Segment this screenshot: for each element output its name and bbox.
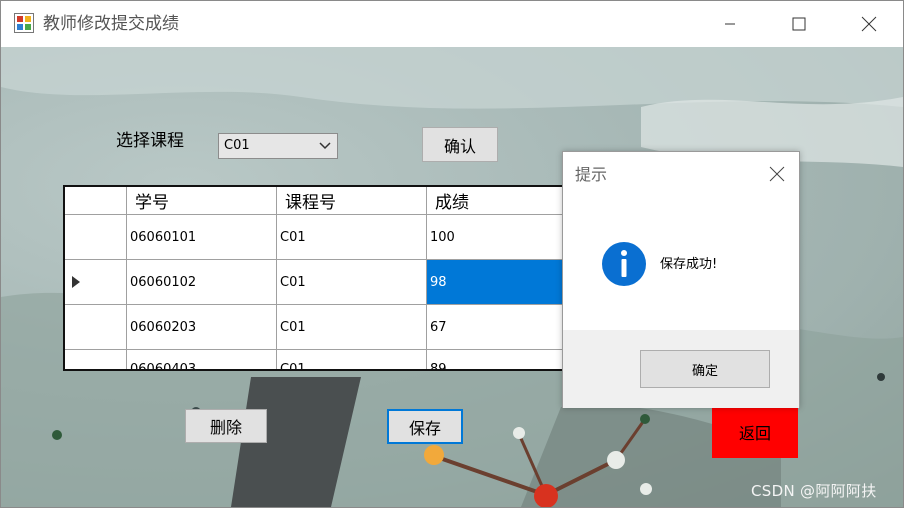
cell-score[interactable]: 89 <box>427 350 566 369</box>
maximize-icon <box>792 17 806 31</box>
cell-score-selected[interactable]: 98 <box>427 260 566 305</box>
minimize-button[interactable] <box>707 1 753 47</box>
cell-course-id[interactable]: C01 <box>277 305 427 350</box>
delete-button-label: 删除 <box>209 418 242 437</box>
cell-score[interactable]: 67 <box>427 305 566 350</box>
course-select[interactable]: C01 <box>218 133 338 159</box>
watermark: CSDN @阿阿阿扶 <box>751 482 877 500</box>
cell-student-id[interactable]: 06060101 <box>127 215 277 260</box>
title-bar: 教师修改提交成绩 <box>1 1 903 47</box>
row-header[interactable] <box>65 350 127 369</box>
cell-course-id[interactable]: C01 <box>277 350 427 369</box>
cell-student-id[interactable]: 06060203 <box>127 305 277 350</box>
row-header[interactable] <box>65 305 127 350</box>
column-header-score[interactable]: 成绩 <box>427 187 566 215</box>
dialog-ok-label: 确定 <box>691 363 718 379</box>
course-select-value: C01 <box>224 138 250 153</box>
app-window: 教师修改提交成绩 选择课程 C01 确认 学号 课程号 成绩 06060101 … <box>0 0 904 508</box>
cell-score[interactable]: 100 <box>427 215 566 260</box>
chevron-down-icon <box>319 142 331 150</box>
close-icon <box>861 16 877 32</box>
message-dialog: 提示 保存成功! 确定 <box>562 151 800 408</box>
dialog-title: 提示 <box>575 165 608 184</box>
back-button[interactable]: 返回 <box>712 406 798 458</box>
course-select-label: 选择课程 <box>116 131 184 151</box>
dialog-ok-button[interactable]: 确定 <box>640 350 770 388</box>
save-button-label: 保存 <box>408 418 441 438</box>
confirm-button-label: 确认 <box>443 136 476 156</box>
row-header[interactable] <box>65 215 127 260</box>
minimize-icon <box>725 23 735 25</box>
maximize-button[interactable] <box>776 1 822 47</box>
current-row-arrow-icon <box>71 276 80 288</box>
column-header-student-id[interactable]: 学号 <box>127 187 277 215</box>
dialog-close-icon[interactable] <box>769 166 785 182</box>
save-button[interactable]: 保存 <box>387 409 463 444</box>
row-header-current[interactable] <box>65 260 127 305</box>
dialog-footer: 确定 <box>563 330 799 408</box>
cell-student-id[interactable]: 06060403 <box>127 350 277 369</box>
close-button[interactable] <box>846 1 892 47</box>
window-title: 教师修改提交成绩 <box>43 14 179 34</box>
cell-course-id[interactable]: C01 <box>277 215 427 260</box>
delete-button[interactable]: 删除 <box>185 409 267 443</box>
scores-grid[interactable]: 学号 课程号 成绩 06060101 C01 100 06060102 C01 … <box>63 185 568 371</box>
app-icon <box>14 13 34 33</box>
cell-course-id[interactable]: C01 <box>277 260 427 305</box>
back-button-label: 返回 <box>738 424 771 443</box>
column-header-course-id[interactable]: 课程号 <box>277 187 427 215</box>
grid-corner-header <box>65 187 127 215</box>
dialog-message: 保存成功! <box>660 257 718 272</box>
info-icon <box>602 242 646 286</box>
cell-student-id[interactable]: 06060102 <box>127 260 277 305</box>
confirm-button[interactable]: 确认 <box>422 127 498 162</box>
